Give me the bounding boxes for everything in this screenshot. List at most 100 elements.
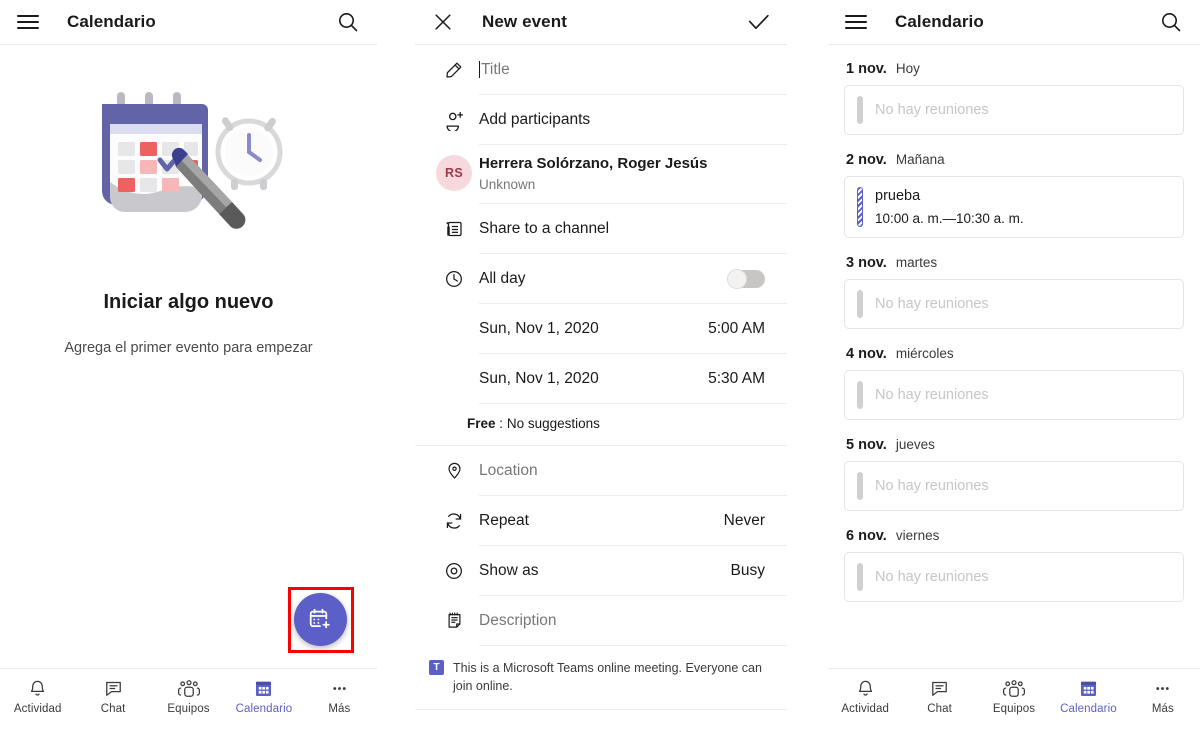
event-accent-bar — [857, 472, 863, 501]
all-day-toggle[interactable] — [727, 268, 765, 289]
notes-icon — [429, 596, 479, 630]
description-placeholder[interactable]: Description — [479, 612, 557, 630]
agenda-day-date: 6 nov. — [846, 528, 887, 545]
event-accent-bar — [857, 290, 863, 319]
agenda-empty-card[interactable]: No hay reuniones — [844, 370, 1184, 421]
agenda-empty-card[interactable]: No hay reuniones — [844, 552, 1184, 603]
calendar-empty-panel: Calendario Iniciar algo nuevo Agrega el … — [0, 0, 377, 736]
agenda-day-header: 2 nov. Mañana — [846, 152, 1184, 168]
nav-item-actividad[interactable]: Actividad — [0, 678, 75, 715]
end-time[interactable]: 5:30 AM — [708, 370, 765, 388]
organizer-row[interactable]: RS Herrera Solórzano, Roger Jesús Unknow… — [415, 145, 787, 205]
event-accent-bar — [857, 563, 863, 592]
empty-state: Iniciar algo nuevo Agrega el primer even… — [0, 45, 377, 668]
chat-icon — [930, 678, 949, 698]
calendar-pen-clock-illustration — [101, 92, 282, 229]
teams-icon — [1003, 678, 1026, 698]
location-pin-icon — [429, 446, 479, 480]
nav-item-calendario[interactable]: Calendario — [226, 678, 301, 715]
agenda-day-header: 5 nov. jueves — [846, 437, 1184, 453]
nav-label: Actividad — [841, 703, 889, 715]
event-form: Title Add participants RS Herrera Solórz… — [415, 45, 787, 736]
calendar-icon — [1079, 678, 1098, 698]
calendar-agenda-panel: Calendario 1 nov. Hoy No hay reuniones 2… — [828, 0, 1200, 736]
agenda-day-header: 4 nov. miércoles — [846, 346, 1184, 362]
new-event-appbar: New event — [415, 0, 787, 45]
bell-icon — [856, 678, 875, 698]
agenda-empty-card[interactable]: No hay reuniones — [844, 279, 1184, 330]
agenda-list[interactable]: 1 nov. Hoy No hay reuniones 2 nov. Mañan… — [828, 45, 1200, 668]
new-event-fab[interactable] — [294, 593, 347, 646]
online-meeting-note-text: This is a Microsoft Teams online meeting… — [453, 661, 762, 694]
nav-item-chat[interactable]: Chat — [902, 678, 976, 715]
end-datetime-row[interactable]: Sun, Nov 1, 2020 5:30 AM — [415, 354, 787, 405]
event-title-row[interactable]: Title — [415, 45, 787, 95]
event-accent-bar — [857, 381, 863, 410]
add-participants-row[interactable]: Add participants — [415, 95, 787, 145]
nav-item-actividad[interactable]: Actividad — [828, 678, 902, 715]
calendar-icon — [254, 678, 273, 698]
agenda-day-weekday: viernes — [895, 528, 940, 544]
search-icon[interactable] — [1156, 7, 1186, 37]
hamburger-icon[interactable] — [841, 7, 871, 37]
add-participants-label: Add participants — [479, 110, 591, 128]
left-appbar: Calendario — [0, 0, 377, 45]
empty-state-subtitle: Agrega el primer evento para empezar — [64, 340, 313, 356]
teams-icon — [177, 678, 200, 698]
eye-icon — [429, 546, 479, 581]
agenda-day-date: 2 nov. — [846, 152, 887, 168]
bell-icon — [28, 678, 47, 698]
organizer-status: Unknown — [479, 176, 536, 192]
end-date[interactable]: Sun, Nov 1, 2020 — [479, 370, 599, 388]
empty-state-title: Iniciar algo nuevo — [103, 291, 274, 313]
repeat-row[interactable]: Repeat Never — [415, 496, 787, 547]
nav-item-chat[interactable]: Chat — [75, 678, 150, 715]
agenda-day-weekday: Hoy — [895, 61, 920, 76]
nav-item-calendario[interactable]: Calendario — [1051, 678, 1125, 715]
all-day-row[interactable]: All day — [415, 254, 787, 305]
repeat-icon — [429, 496, 479, 531]
right-bottom-nav: Actividad Chat Equipos Calendario Más — [828, 668, 1200, 736]
agenda-empty-card[interactable]: No hay reuniones — [844, 461, 1184, 512]
start-datetime-row[interactable]: Sun, Nov 1, 2020 5:00 AM — [415, 304, 787, 355]
check-icon[interactable] — [743, 7, 773, 37]
search-icon[interactable] — [333, 7, 363, 37]
show-as-row[interactable]: Show as Busy — [415, 546, 787, 597]
nav-item-mas[interactable]: Más — [1126, 678, 1200, 715]
agenda-event-card[interactable]: prueba 10:00 a. m.—10:30 a. m. — [844, 176, 1184, 239]
add-person-icon — [429, 95, 479, 131]
close-icon[interactable] — [428, 7, 458, 37]
share-to-channel-label: Share to a channel — [479, 219, 610, 237]
location-placeholder[interactable]: Location — [479, 462, 538, 480]
avatar: RS — [429, 145, 479, 191]
agenda-day-date: 1 nov. — [846, 61, 887, 77]
agenda-empty-card[interactable]: No hay reuniones — [844, 85, 1184, 135]
event-title: prueba — [875, 188, 921, 204]
organizer-name: Herrera Solórzano, Roger Jesús — [479, 155, 708, 172]
agenda-day-weekday: jueves — [895, 437, 935, 453]
nav-label: Más — [1151, 703, 1174, 715]
title-input[interactable]: Title — [479, 61, 510, 79]
avatar-initials: RS — [445, 166, 463, 180]
start-date[interactable]: Sun, Nov 1, 2020 — [479, 320, 599, 338]
repeat-value[interactable]: Never — [724, 512, 765, 530]
event-accent-bar — [857, 187, 863, 228]
agenda-day-header: 1 nov. Hoy — [846, 61, 1184, 77]
start-time[interactable]: 5:00 AM — [708, 320, 765, 338]
agenda-day-weekday: Mañana — [895, 152, 945, 167]
online-meeting-note: T This is a Microsoft Teams online meeti… — [415, 646, 787, 710]
description-row[interactable]: Description — [415, 596, 787, 647]
more-icon — [1153, 678, 1172, 698]
teams-logo-icon: T — [429, 660, 444, 676]
nav-item-equipos[interactable]: Equipos — [151, 678, 226, 715]
nav-item-equipos[interactable]: Equipos — [977, 678, 1051, 715]
hamburger-icon[interactable] — [13, 7, 43, 37]
agenda-empty-label: No hay reuniones — [875, 387, 989, 404]
nav-item-mas[interactable]: Más — [302, 678, 377, 715]
share-to-channel-row[interactable]: Share to a channel — [415, 204, 787, 255]
location-row[interactable]: Location — [415, 446, 787, 497]
show-as-value[interactable]: Busy — [731, 562, 765, 580]
all-day-label: All day — [479, 269, 526, 287]
availability-suggestions: No suggestions — [506, 416, 600, 432]
nav-label: Chat — [100, 703, 126, 715]
